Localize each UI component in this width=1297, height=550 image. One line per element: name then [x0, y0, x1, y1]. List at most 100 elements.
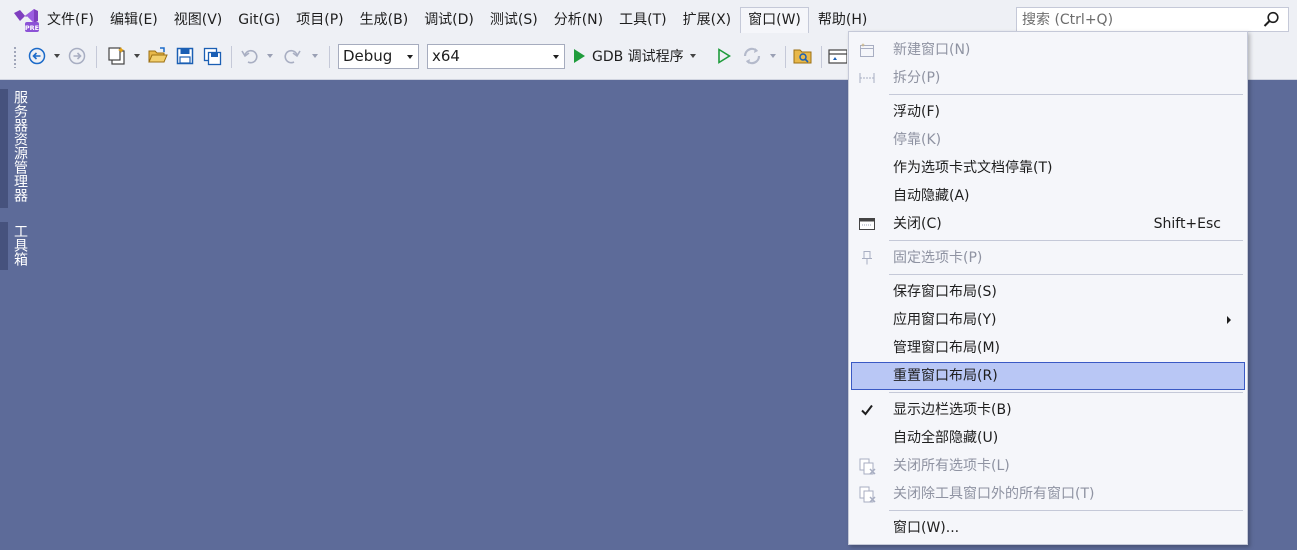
menu-item-apply-window-layout[interactable]: 应用窗口布局(Y) — [851, 306, 1245, 334]
menu-project[interactable]: 项目(P) — [289, 7, 350, 33]
menu-item-label: 关闭除工具窗口外的所有窗口(T) — [893, 486, 1095, 502]
menu-window[interactable]: 窗口(W) — [740, 7, 809, 33]
search-box — [1016, 7, 1289, 32]
menu-item-auto-hide[interactable]: 自动隐藏(A) — [851, 182, 1245, 210]
menu-test[interactable]: 测试(S) — [483, 7, 545, 33]
menu-item-label: 重置窗口布局(R) — [893, 368, 998, 384]
menu-file[interactable]: 文件(F) — [40, 7, 101, 33]
redo-button[interactable] — [282, 40, 304, 72]
menu-build[interactable]: 生成(B) — [353, 7, 416, 33]
menu-item-windows[interactable]: 窗口(W)... — [851, 514, 1245, 542]
chevron-down-icon — [407, 55, 413, 59]
menu-item-reset-window-layout[interactable]: 重置窗口布局(R) — [851, 362, 1245, 390]
solution-platform-value: x64 — [432, 47, 460, 65]
hot-reload-button[interactable] — [739, 40, 765, 72]
toolbox-icon — [827, 47, 847, 65]
menu-item-close-all-but-tool-windows[interactable]: 关闭除工具窗口外的所有窗口(T) — [851, 480, 1245, 508]
menu-debug[interactable]: 调试(D) — [417, 7, 481, 33]
side-tab-server-explorer[interactable] — [0, 89, 8, 208]
menu-view[interactable]: 视图(V) — [167, 7, 230, 33]
menu-item-label: 显示边栏选项卡(B) — [893, 402, 1012, 418]
chevron-down-icon — [553, 55, 559, 59]
check-icon — [859, 402, 875, 418]
menu-item-label: 作为选项卡式文档停靠(T) — [893, 160, 1053, 176]
start-without-debugging-button[interactable] — [714, 40, 734, 72]
open-folder-button[interactable] — [146, 40, 170, 72]
solution-explorer-button[interactable] — [791, 40, 815, 72]
menu-git[interactable]: Git(G) — [231, 7, 287, 33]
search-input[interactable] — [1017, 8, 1257, 31]
debugger-label: GDB 调试程序 — [592, 49, 684, 65]
hot-reload-dropdown[interactable] — [766, 40, 780, 72]
hot-reload-icon — [742, 46, 762, 66]
new-project-button[interactable] — [104, 40, 130, 72]
back-dropdown[interactable] — [50, 40, 64, 72]
chevron-down-icon — [54, 54, 60, 58]
start-debugging-button[interactable]: GDB 调试程序 — [572, 40, 696, 72]
chevron-right-icon — [1227, 316, 1231, 324]
chevron-down-icon — [689, 54, 696, 58]
visual-studio-logo-icon[interactable]: PRE — [12, 7, 40, 33]
undo-dropdown[interactable] — [263, 40, 277, 72]
solution-explorer-icon — [793, 47, 813, 65]
forward-button[interactable] — [66, 40, 88, 72]
menu-item-label: 拆分(P) — [893, 70, 941, 86]
back-button[interactable] — [26, 40, 48, 72]
menu-item-dock-as-tabbed-document[interactable]: 作为选项卡式文档停靠(T) — [851, 154, 1245, 182]
menu-item-split[interactable]: 拆分(P) — [851, 64, 1245, 92]
menu-item-new-window[interactable]: 新建窗口(N) — [851, 36, 1245, 64]
menu-item-label: 固定选项卡(P) — [893, 250, 983, 266]
menu-item-float[interactable]: 浮动(F) — [851, 98, 1245, 126]
menu-item-save-window-layout[interactable]: 保存窗口布局(S) — [851, 278, 1245, 306]
menu-item-auto-hide-all[interactable]: 自动全部隐藏(U) — [851, 424, 1245, 452]
menu-item-pin-tab[interactable]: 固定选项卡(P) — [851, 244, 1245, 272]
menu-item-close[interactable]: 关闭(C) Shift+Esc — [851, 210, 1245, 238]
undo-icon — [240, 47, 258, 65]
menu-items: 文件(F) 编辑(E) 视图(V) Git(G) 项目(P) 生成(B) 调试(… — [40, 7, 876, 33]
chevron-down-icon — [312, 54, 318, 58]
solution-configuration-value: Debug — [343, 47, 393, 65]
menu-item-label: 自动隐藏(A) — [893, 188, 970, 204]
menu-edit[interactable]: 编辑(E) — [103, 7, 165, 33]
forward-icon — [68, 47, 86, 65]
menu-item-label: 浮动(F) — [893, 104, 940, 120]
chevron-down-icon — [134, 54, 140, 58]
save-all-icon — [203, 47, 222, 66]
toolbar-separator — [231, 46, 232, 68]
menu-help[interactable]: 帮助(H) — [811, 7, 874, 33]
menu-item-close-all-tabs[interactable]: 关闭所有选项卡(L) — [851, 452, 1245, 480]
save-all-button[interactable] — [200, 40, 224, 72]
menu-item-show-sidebar-tabs[interactable]: 显示边栏选项卡(B) — [851, 396, 1245, 424]
toolbar-separator — [821, 46, 822, 68]
menu-item-label: 管理窗口布局(M) — [893, 340, 1001, 356]
menu-item-label: 关闭(C) — [893, 216, 942, 232]
redo-dropdown[interactable] — [308, 40, 322, 72]
menu-item-label: 新建窗口(N) — [893, 42, 971, 58]
menu-item-label: 窗口(W)... — [893, 520, 960, 536]
undo-button[interactable] — [238, 40, 260, 72]
side-tab-toolbox-label[interactable]: 工具箱 — [10, 224, 30, 266]
new-project-dropdown[interactable] — [130, 40, 144, 72]
open-folder-icon — [148, 47, 168, 65]
chevron-down-icon — [770, 54, 776, 58]
redo-icon — [284, 47, 302, 65]
search-icon[interactable] — [1263, 11, 1280, 28]
menu-analyze[interactable]: 分析(N) — [547, 7, 610, 33]
side-tab-toolbox[interactable] — [0, 222, 8, 270]
menu-tools[interactable]: 工具(T) — [612, 7, 673, 33]
menu-item-label: 保存窗口布局(S) — [893, 284, 997, 300]
solution-configuration-select[interactable]: Debug — [338, 44, 419, 69]
side-tab-server-explorer-label[interactable]: 服务器资源管理器 — [10, 90, 30, 202]
toolbar-grip[interactable] — [13, 46, 17, 68]
start-without-debug-icon — [717, 48, 731, 64]
solution-platform-select[interactable]: x64 — [427, 44, 565, 69]
window-menu-dropdown: 新建窗口(N) 拆分(P) 浮动(F) 停靠(K) 作为选项卡式文档停靠(T) … — [848, 31, 1248, 545]
menu-extensions[interactable]: 扩展(X) — [676, 7, 739, 33]
toolbox-button[interactable] — [826, 40, 848, 72]
menu-item-manage-window-layouts[interactable]: 管理窗口布局(M) — [851, 334, 1245, 362]
save-button[interactable] — [173, 40, 197, 72]
toolbar-separator — [329, 46, 330, 68]
menu-item-dock[interactable]: 停靠(K) — [851, 126, 1245, 154]
back-icon — [28, 47, 46, 65]
save-icon — [176, 47, 194, 65]
